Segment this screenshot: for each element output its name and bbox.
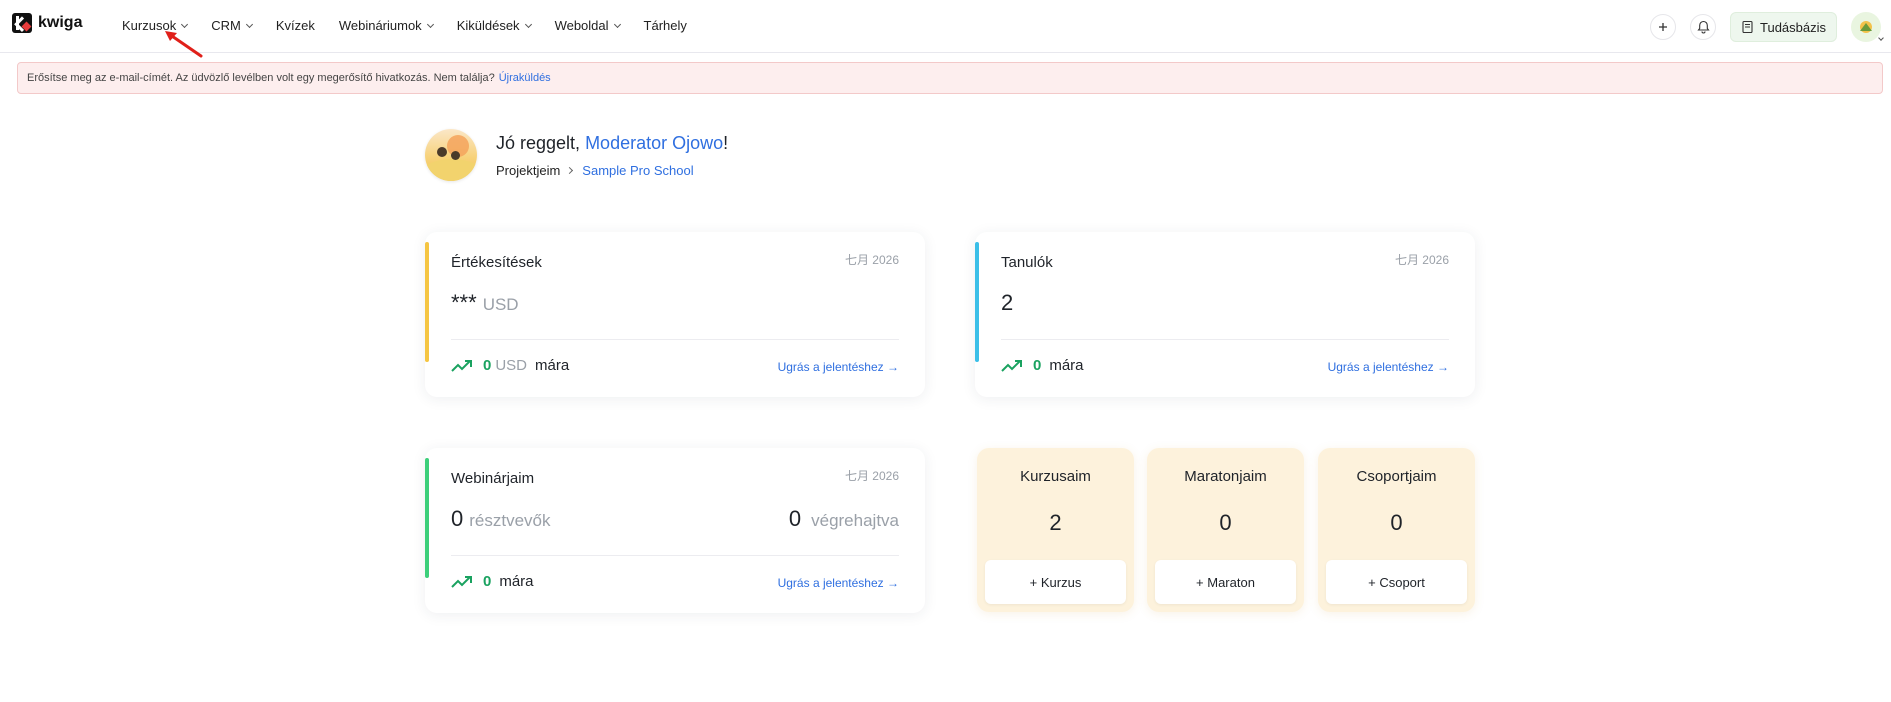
profile-avatar [425, 129, 477, 181]
chevron-down-icon [524, 20, 532, 28]
nav-label: Weboldal [554, 18, 609, 33]
book-icon [1742, 20, 1753, 34]
add-course-button[interactable]: + Kurzus [985, 560, 1126, 604]
breadcrumb-school[interactable]: Sample Pro School [582, 163, 693, 178]
today-stats: 0 USD mára [451, 357, 569, 374]
nav-item-kikuldesek[interactable]: Kiküldések [456, 18, 532, 33]
main-nav: Kurzusok CRM Kvízek Webináriumok Kiküldé… [122, 18, 711, 33]
nav-item-webinariumok[interactable]: Webináriumok [338, 18, 434, 33]
brand-name: kwiga [38, 14, 83, 31]
students-value: 2 [1001, 290, 1014, 315]
students-report-link[interactable]: Ugrás a jelentéshez → [1328, 360, 1449, 374]
breadcrumb-projects[interactable]: Projektjeim [496, 163, 560, 178]
webinars-accent-bar [425, 458, 429, 578]
avatar-icon [1860, 21, 1872, 33]
completed-value: 0 végrehajtva [788, 506, 899, 531]
nav-label: Kvízek [275, 18, 315, 33]
sales-card: Értékesítések 七月 2026 *** USD 0 USD mára Ug… [425, 232, 925, 397]
add-marathon-button[interactable]: + Maraton [1155, 560, 1296, 604]
trending-up-icon [451, 359, 472, 372]
chevron-down-icon [426, 20, 434, 28]
top-navigation-bar: kwiga Kurzusok CRM Kvízek Webináriumok K… [0, 0, 1891, 58]
today-stats: 0 mára [1001, 357, 1084, 374]
divider [451, 339, 899, 340]
greeting-title: Jó reggelt, Moderator Ojowo! [496, 132, 729, 153]
notifications-button[interactable] [1690, 14, 1716, 40]
card-title: Webinárjaim [451, 470, 535, 487]
tile-title: Csoportjaim [1356, 468, 1437, 485]
resend-link[interactable]: Újraküldés [499, 72, 551, 84]
card-date: 七月 2026 [844, 469, 899, 483]
annotation-arrow-icon [165, 31, 203, 58]
card-date: 七月 2026 [844, 253, 899, 267]
breadcrumb: Projektjeim Sample Pro School [496, 163, 728, 178]
webinars-report-link[interactable]: Ugrás a jelentéshez → [778, 576, 899, 590]
tile-value: 0 [1390, 510, 1403, 535]
divider [451, 555, 899, 556]
kwiga-logo[interactable]: kwiga [12, 13, 82, 33]
knowledge-base-label: Tudásbázis [1760, 19, 1826, 35]
user-avatar-menu[interactable] [1851, 12, 1884, 42]
trending-up-icon [451, 575, 472, 588]
today-stats: 0 mára [451, 573, 534, 590]
chevron-right-icon [566, 166, 574, 174]
nav-item-weboldal[interactable]: Weboldal [554, 18, 621, 33]
sales-value: *** USD [451, 290, 519, 315]
logo-icon [12, 13, 32, 33]
nav-label: Kiküldések [456, 18, 520, 33]
plus-icon [1659, 23, 1667, 31]
nav-item-crm[interactable]: CRM [211, 18, 253, 33]
sales-accent-bar [425, 242, 429, 362]
user-name[interactable]: Moderator Ojowo [585, 133, 723, 153]
chevron-down-icon [613, 20, 621, 28]
nav-label: Tárhely [643, 18, 687, 33]
add-button[interactable] [1650, 14, 1676, 40]
tile-value: 0 [1219, 510, 1232, 535]
students-card: Tanulók 七月 2026 2 0 mára Ugrás a jelentés… [975, 232, 1475, 397]
nav-label: Webináriumok [338, 18, 422, 33]
tile-marathons: Maratonjaim 0 + Maraton [1147, 448, 1304, 612]
tile-title: Maratonjaim [1184, 468, 1267, 485]
card-title: Értékesítések [451, 254, 542, 271]
participants-value: 0 résztvevők [451, 506, 551, 531]
knowledge-base-button[interactable]: Tudásbázis [1730, 12, 1837, 42]
tile-courses: Kurzusaim 2 + Kurzus [977, 448, 1134, 612]
greeting-section: Jó reggelt, Moderator Ojowo! Projektjeim… [425, 129, 728, 181]
chevron-down-icon [181, 20, 189, 28]
tile-title: Kurzusaim [1020, 468, 1091, 485]
add-group-button[interactable]: + Csoport [1326, 560, 1467, 604]
tile-groups: Csoportjaim 0 + Csoport [1318, 448, 1475, 612]
top-right-actions: Tudásbázis [1650, 12, 1884, 42]
divider [1001, 339, 1449, 340]
nav-item-tarhely[interactable]: Tárhely [644, 18, 687, 33]
students-accent-bar [975, 242, 979, 362]
chevron-down-icon [1878, 35, 1884, 41]
bell-icon [1696, 20, 1710, 34]
nav-item-kvizek[interactable]: Kvízek [276, 18, 315, 33]
trending-up-icon [1001, 359, 1022, 372]
tile-value: 2 [1049, 510, 1062, 535]
sales-report-link[interactable]: Ugrás a jelentéshez → [778, 360, 899, 374]
card-title: Tanulók [1001, 254, 1053, 271]
nav-label: CRM [211, 18, 241, 33]
webinars-card: Webinárjaim 七月 2026 0 résztvevők 0 végreha… [425, 448, 925, 613]
chevron-down-icon [245, 20, 253, 28]
email-confirmation-alert: Erősítse meg az e-mail-címét. Az üdvözlő… [17, 62, 1883, 94]
alert-text: Erősítse meg az e-mail-címét. Az üdvözlő… [27, 72, 495, 84]
card-date: 七月 2026 [1394, 253, 1449, 267]
